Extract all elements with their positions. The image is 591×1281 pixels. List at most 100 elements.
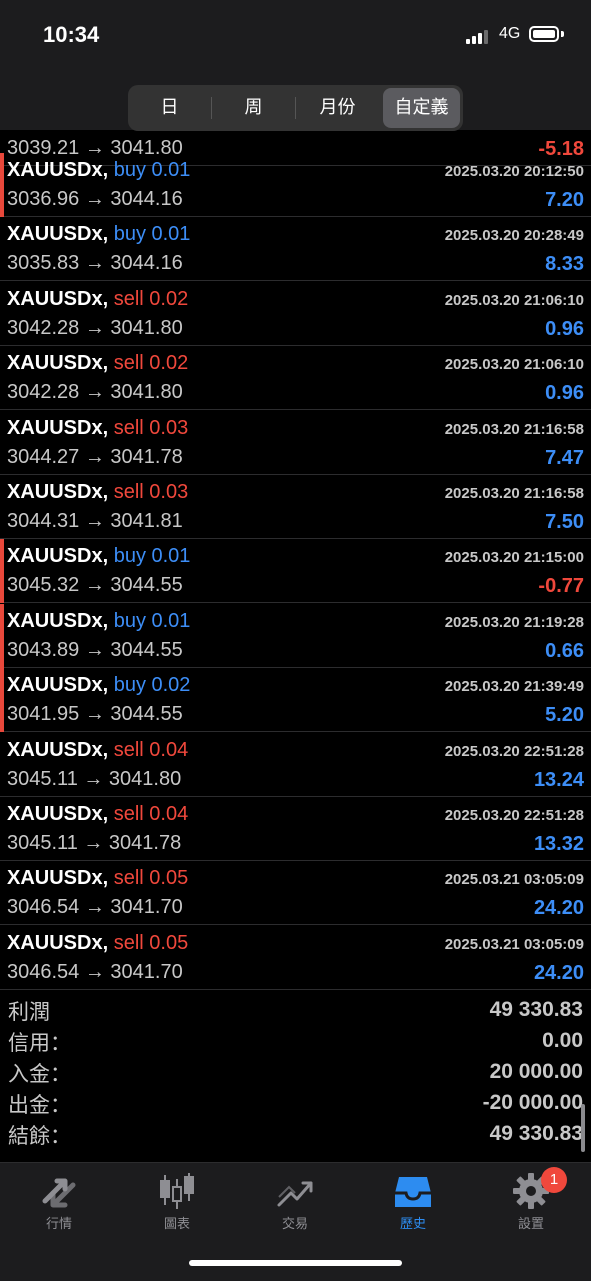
tab-charts[interactable]: 圖表 <box>118 1163 236 1243</box>
table-row[interactable]: XAUUSDx, sell 0.03 2025.03.20 21:16:58 304… <box>0 411 591 475</box>
trade-prices: 3044.27 → 3041.78 <box>7 445 183 468</box>
home-indicator[interactable] <box>189 1260 402 1266</box>
trade-side: buy 0.01 <box>113 223 191 246</box>
network-type: 4G <box>499 25 521 42</box>
candlestick-chart-icon <box>160 1173 194 1209</box>
trade-symbol: XAUUSDx, sell 0.04 <box>7 803 188 826</box>
trade-profit: 5.20 <box>545 704 584 727</box>
trade-side: sell 0.03 <box>113 416 189 439</box>
position-marker <box>0 153 4 217</box>
summary-profit-row: 利潤 49 330.83 <box>0 996 591 1026</box>
table-row[interactable]: XAUUSDx, sell 0.05 2025.03.21 03:05:09 304… <box>0 861 591 926</box>
summary-credit-row: 信用： 0.00 <box>0 1027 591 1057</box>
trade-profit: 7.47 <box>545 446 584 469</box>
symbol-name: XAUUSDx, <box>7 803 109 825</box>
summary-withdrawal-row: 出金： -20 000.00 <box>0 1089 591 1119</box>
trade-symbol: XAUUSDx, buy 0.01 <box>7 545 190 568</box>
trade-side: sell 0.04 <box>113 803 189 825</box>
table-row[interactable]: XAUUSDx, sell 0.03 2025.03.20 21:16:58 304… <box>0 475 591 539</box>
symbol-name: XAUUSDx, <box>7 352 109 375</box>
trade-datetime: 2025.03.20 21:06:10 <box>444 291 584 309</box>
tab-trade[interactable]: 交易 <box>236 1163 354 1243</box>
summary-deposit-label: 入金： <box>8 1062 71 1086</box>
segment-week[interactable]: 周 <box>212 85 295 131</box>
trade-side: buy 0.01 <box>113 609 191 632</box>
summary-balance-value: 49 330.83 <box>489 1122 583 1145</box>
table-row[interactable]: XAUUSDx, sell 0.02 2025.03.20 21:06:10 304… <box>0 346 591 411</box>
scrollbar[interactable] <box>581 1104 585 1152</box>
table-row[interactable]: XAUUSDx, sell 0.02 2025.03.20 21:06:10 304… <box>0 282 591 346</box>
cellular-signal-icon <box>466 28 492 44</box>
table-row[interactable]: XAUUSDx, sell 0.05 2025.03.21 03:05:09 304… <box>0 926 591 990</box>
trade-symbol: XAUUSDx, sell 0.02 <box>7 352 188 375</box>
trade-symbol: XAUUSDx, buy 0.01 <box>7 159 190 182</box>
summary-deposit-value: 20 000.00 <box>489 1060 583 1083</box>
trade-datetime: 2025.03.20 21:16:58 <box>444 420 584 438</box>
summary-balance-row: 結餘： 49 330.83 <box>0 1120 591 1150</box>
table-row[interactable]: XAUUSDx, buy 0.01 2025.03.20 21:15:00 3045… <box>0 539 591 604</box>
symbol-name: XAUUSDx, <box>7 609 109 632</box>
trade-prices: 3043.89 → 3044.55 <box>7 638 183 661</box>
tab-settings-label: 設置 <box>517 1217 544 1232</box>
table-row[interactable]: XAUUSDx, sell 0.04 2025.03.20 22:51:28 304… <box>0 733 591 797</box>
symbol-name: XAUUSDx, <box>7 481 109 503</box>
symbol-name: XAUUSDx, <box>7 738 109 761</box>
trade-prices: 3045.11 → 3041.80 <box>7 767 182 790</box>
tab-history[interactable]: 歷史 <box>354 1163 472 1243</box>
trade-prices: 3042.28 → 3041.80 <box>7 316 183 339</box>
settings-notification-badge: 1 <box>541 1167 567 1193</box>
trade-prices: 3046.54 → 3041.70 <box>7 896 183 919</box>
trade-side: buy 0.01 <box>113 159 191 181</box>
trade-profit: 0.96 <box>545 317 584 340</box>
trade-profit: 0.96 <box>545 382 584 405</box>
history-tray-icon <box>395 1177 431 1207</box>
battery-tip <box>561 31 564 37</box>
table-row[interactable]: XAUUSDx, buy 0.01 2025.03.20 20:12:50 3036… <box>0 153 591 217</box>
symbol-name: XAUUSDx, <box>7 931 109 954</box>
trade-symbol: XAUUSDx, sell 0.05 <box>7 867 188 890</box>
trade-datetime: 2025.03.20 22:51:28 <box>444 807 584 824</box>
table-row[interactable]: XAUUSDx, buy 0.01 2025.03.20 20:28:49 3035… <box>0 217 591 282</box>
trade-profit: 13.24 <box>533 768 584 791</box>
summary-profit-label: 利潤 <box>8 1000 50 1024</box>
position-marker <box>0 668 4 733</box>
quotes-arrows-icon <box>42 1178 76 1208</box>
trade-symbol: XAUUSDx, sell 0.02 <box>7 288 188 311</box>
status-bar: 10:34 4G <box>0 0 591 70</box>
symbol-name: XAUUSDx, <box>7 159 109 181</box>
trade-datetime: 2025.03.20 22:51:28 <box>444 742 584 760</box>
table-row[interactable]: XAUUSDx, buy 0.01 2025.03.20 21:19:28 3043… <box>0 603 591 668</box>
segment-month[interactable]: 月份 <box>296 85 379 131</box>
trade-datetime: 2025.03.20 20:12:50 <box>444 163 584 180</box>
tab-settings[interactable]: 設置 <box>472 1163 590 1243</box>
trade-side: sell 0.05 <box>113 867 189 890</box>
trade-prices: 3046.54 → 3041.70 <box>7 960 183 983</box>
trade-datetime: 2025.03.21 03:05:09 <box>444 871 584 889</box>
trade-symbol: XAUUSDx, buy 0.02 <box>7 674 190 697</box>
trade-prices: 3036.96 → 3044.16 <box>7 188 183 210</box>
tab-quotes[interactable]: 行情 <box>0 1163 118 1243</box>
trade-symbol: XAUUSDx, buy 0.01 <box>7 223 190 246</box>
table-row[interactable]: XAUUSDx, sell 0.04 2025.03.20 22:51:28 304… <box>0 797 591 861</box>
trade-datetime: 2025.03.20 21:19:28 <box>444 613 584 631</box>
summary-withdrawal-value: -20 000.00 <box>482 1091 583 1114</box>
trade-side: sell 0.05 <box>113 931 189 954</box>
trade-prices: 3042.28 → 3041.80 <box>7 381 183 404</box>
trade-prices: 3044.31 → 3041.81 <box>7 510 183 532</box>
trade-prices: 3045.11 → 3041.78 <box>7 832 182 854</box>
trade-history-list[interactable]: 3039.21 → 3041.80 -5.18 XAUUSDx, buy 0.0… <box>0 131 591 991</box>
segment-day[interactable]: 日 <box>128 85 211 131</box>
symbol-name: XAUUSDx, <box>7 545 109 568</box>
segment-custom[interactable]: 自定義 <box>383 88 460 128</box>
trade-datetime: 2025.03.20 21:39:49 <box>444 678 584 696</box>
summary-balance-label: 結餘： <box>8 1124 71 1148</box>
trade-profit: 24.20 <box>533 897 584 920</box>
trade-profit: 7.50 <box>545 511 584 533</box>
table-row[interactable]: XAUUSDx, buy 0.02 2025.03.20 21:39:49 3041… <box>0 668 591 733</box>
trade-prices: 3035.83 → 3044.16 <box>7 252 183 275</box>
trade-prices: 3045.32 → 3044.55 <box>7 574 183 597</box>
trade-chart-icon <box>277 1181 313 1207</box>
summary-profit-value: 49 330.83 <box>489 998 583 1021</box>
symbol-name: XAUUSDx, <box>7 674 109 697</box>
period-segmented-control: 日 周 月份 自定義 <box>128 85 463 131</box>
